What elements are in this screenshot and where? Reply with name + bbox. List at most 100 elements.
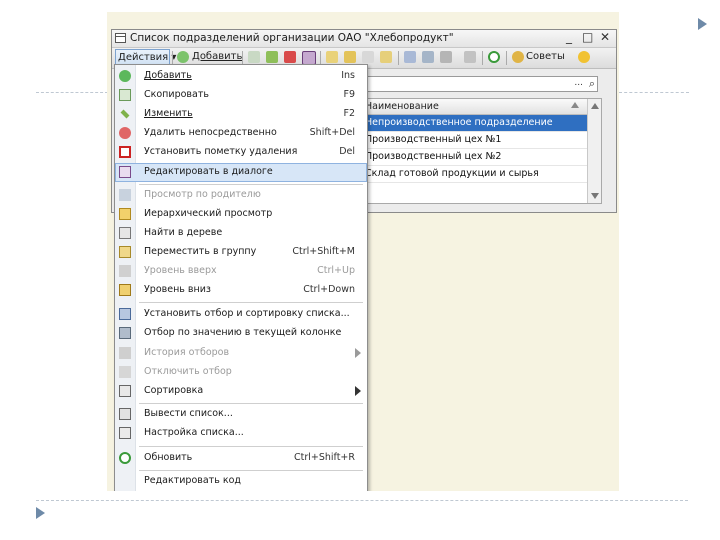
level-down-icon: [119, 284, 131, 296]
menu-item-label: Найти в дереве: [144, 227, 223, 238]
toolbar-separator: [172, 51, 173, 65]
menu-item-delete-directly[interactable]: Удалить непосредственно Shift+Del: [115, 124, 367, 143]
table-row[interactable]: Склад готовой продукции и сырья: [363, 166, 587, 183]
filter-history-icon: [119, 347, 131, 359]
filter-sort-icon[interactable]: [404, 51, 416, 63]
search-select-button[interactable]: ...: [574, 78, 583, 88]
disable-filter-icon: [119, 366, 131, 378]
menu-separator: [139, 470, 363, 471]
window-title: Список подразделений организации ОАО "Хл…: [130, 32, 454, 44]
menu-item-label: Уровень вниз: [144, 284, 211, 295]
actions-label: Действия ▾: [118, 52, 177, 63]
table-row[interactable]: Производственный цех №1: [363, 132, 587, 149]
scroll-down-icon[interactable]: [591, 193, 599, 199]
menu-item-set-filter-sort[interactable]: Установить отбор и сортировку списка...: [115, 305, 367, 324]
menu-item-find-in-tree[interactable]: Найти в дереве: [115, 224, 367, 243]
vertical-scrollbar[interactable]: [587, 99, 601, 203]
sort-asc-icon: [571, 102, 579, 108]
minimize-button[interactable]: _: [566, 30, 572, 44]
menu-item-label: Установить отбор и сортировку списка...: [144, 308, 350, 319]
menu-item-filter-history[interactable]: История отборов: [115, 344, 367, 363]
menu-item-label: Отбор по значению в текущей колонке: [144, 327, 342, 338]
refresh-icon: [119, 452, 131, 464]
menu-item-add[interactable]: Добавить Ins: [115, 67, 367, 86]
table-row[interactable]: Производственный цех №2: [363, 149, 587, 166]
menu-item-level-up[interactable]: Уровень вверх Ctrl+Up: [115, 262, 367, 281]
list-table: Наименование Непроизводственное подразде…: [362, 98, 602, 204]
maximize-button[interactable]: □: [582, 30, 593, 44]
delete-icon: [119, 127, 131, 139]
menu-item-label: Обновить: [144, 452, 193, 463]
menu-item-label: Сортировка: [144, 385, 204, 396]
filter-history-icon[interactable]: [440, 51, 452, 63]
menu-item-list-settings[interactable]: Настройка списка...: [115, 424, 367, 443]
menu-item-refresh[interactable]: Обновить Ctrl+Shift+R: [115, 449, 367, 468]
edit-icon[interactable]: [266, 51, 278, 63]
menu-item-label: Редактировать код: [144, 475, 241, 486]
slide-divider-top: [36, 92, 108, 93]
menu-item-hierarchical-view[interactable]: Иерархический просмотр: [115, 205, 367, 224]
table-cell: Производственный цех №2: [365, 151, 502, 162]
menu-item-label: Скопировать: [144, 89, 209, 100]
window-titlebar[interactable]: Список подразделений организации ОАО "Хл…: [112, 30, 616, 48]
disable-filter-icon[interactable]: [464, 51, 476, 63]
filter-sort-icon: [119, 308, 131, 320]
add-button[interactable]: Добавить: [192, 51, 242, 62]
menu-item-copy[interactable]: Скопировать F9: [115, 86, 367, 105]
menu-separator: [139, 184, 363, 185]
mark-delete-icon[interactable]: [284, 51, 296, 63]
output-list-icon: [119, 408, 131, 420]
table-row[interactable]: Непроизводственное подразделение: [363, 115, 587, 132]
menu-item-level-down[interactable]: Уровень вниз Ctrl+Down: [115, 281, 367, 300]
search-input[interactable]: ... ⌕: [356, 76, 598, 92]
menu-item-view-by-parent[interactable]: Просмотр по родителю: [115, 186, 367, 205]
menu-item-mark-deletion[interactable]: Установить пометку удаления Del: [115, 143, 367, 162]
hierarchy-icon[interactable]: [344, 51, 356, 63]
menu-item-shortcut: F9: [343, 89, 355, 100]
table-cell: Производственный цех №1: [365, 134, 502, 145]
copy-icon[interactable]: [248, 51, 260, 63]
edit-dialog-icon[interactable]: [302, 51, 316, 65]
list-settings-icon: [119, 427, 131, 439]
refresh-icon[interactable]: [488, 51, 500, 63]
toolbar-separator: [482, 51, 483, 65]
column-name-header[interactable]: Наименование: [365, 101, 439, 112]
menu-separator: [139, 302, 363, 303]
view-by-parent-icon[interactable]: [326, 51, 338, 63]
submenu-arrow-icon: [355, 386, 361, 396]
toolbar-separator: [506, 51, 507, 65]
menu-item-label: Добавить: [144, 70, 192, 81]
menu-item-shortcut: Ctrl+Shift+M: [292, 246, 355, 257]
mark-delete-icon: [119, 146, 131, 158]
help-icon[interactable]: [578, 51, 590, 63]
slide-divider-bottom: [36, 500, 688, 501]
find-in-tree-icon[interactable]: [362, 51, 374, 63]
tips-button[interactable]: Советы: [526, 51, 565, 62]
list-window-icon: [115, 33, 126, 43]
menu-item-move-to-group[interactable]: Переместить в группу Ctrl+Shift+M: [115, 243, 367, 262]
menu-item-edit-code[interactable]: Редактировать код: [115, 472, 367, 491]
menu-item-label: Изменить: [144, 108, 193, 119]
menu-item-output-list[interactable]: Вывести список...: [115, 405, 367, 424]
menu-item-sorting[interactable]: Сортировка: [115, 382, 367, 401]
screenshot-area: Список подразделений организации ОАО "Хл…: [107, 12, 619, 491]
menu-item-label: Переместить в группу: [144, 246, 257, 257]
toolbar-separator: [398, 51, 399, 65]
close-button[interactable]: ✕: [600, 30, 610, 44]
menu-item-shortcut: Ctrl+Down: [303, 284, 355, 295]
copy-icon: [119, 89, 131, 101]
menu-item-edit-in-dialog[interactable]: Редактировать в диалоге: [115, 163, 367, 182]
menu-item-disable-filter[interactable]: Отключить отбор: [115, 363, 367, 382]
filter-by-value-icon[interactable]: [422, 51, 434, 63]
view-by-parent-icon: [119, 189, 131, 201]
table-header[interactable]: Наименование: [363, 99, 587, 115]
menu-item-edit[interactable]: Изменить F2: [115, 105, 367, 124]
level-up-icon: [119, 265, 131, 277]
search-icon[interactable]: ⌕: [589, 77, 595, 91]
menu-item-filter-by-value[interactable]: Отбор по значению в текущей колонке: [115, 324, 367, 343]
filter-by-value-icon: [119, 327, 131, 339]
move-to-group-icon: [119, 246, 131, 258]
scroll-up-icon[interactable]: [591, 103, 599, 109]
toolbar-separator: [242, 51, 243, 65]
move-to-group-icon[interactable]: [380, 51, 392, 63]
